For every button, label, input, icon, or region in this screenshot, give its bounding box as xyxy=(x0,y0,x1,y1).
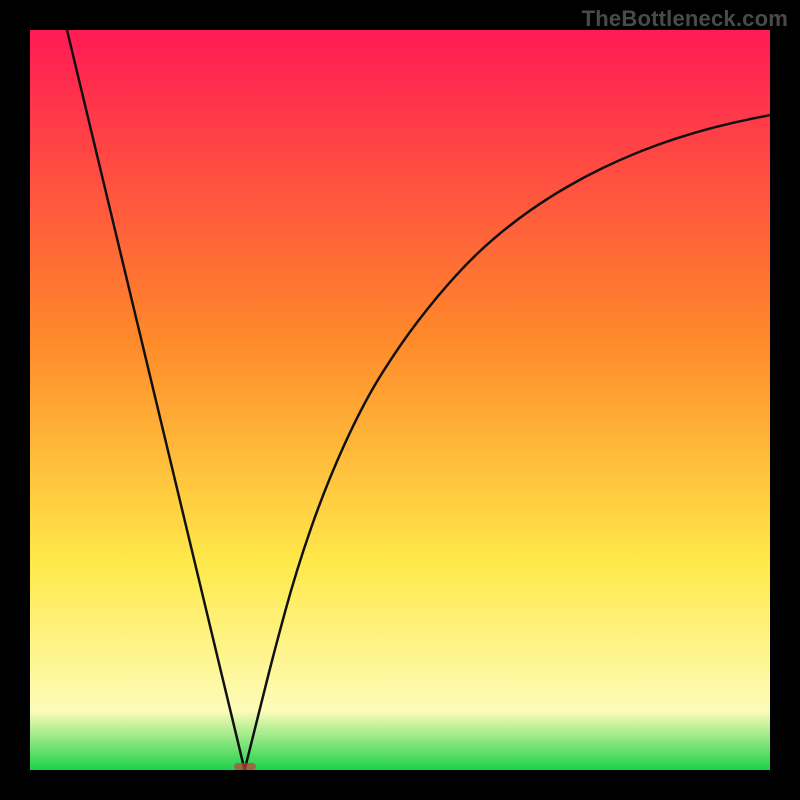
chart-frame: TheBottleneck.com xyxy=(0,0,800,800)
chart-plot xyxy=(30,30,770,770)
gradient-bg xyxy=(30,30,770,770)
minimum-marker xyxy=(234,763,256,770)
watermark-label: TheBottleneck.com xyxy=(582,6,788,32)
